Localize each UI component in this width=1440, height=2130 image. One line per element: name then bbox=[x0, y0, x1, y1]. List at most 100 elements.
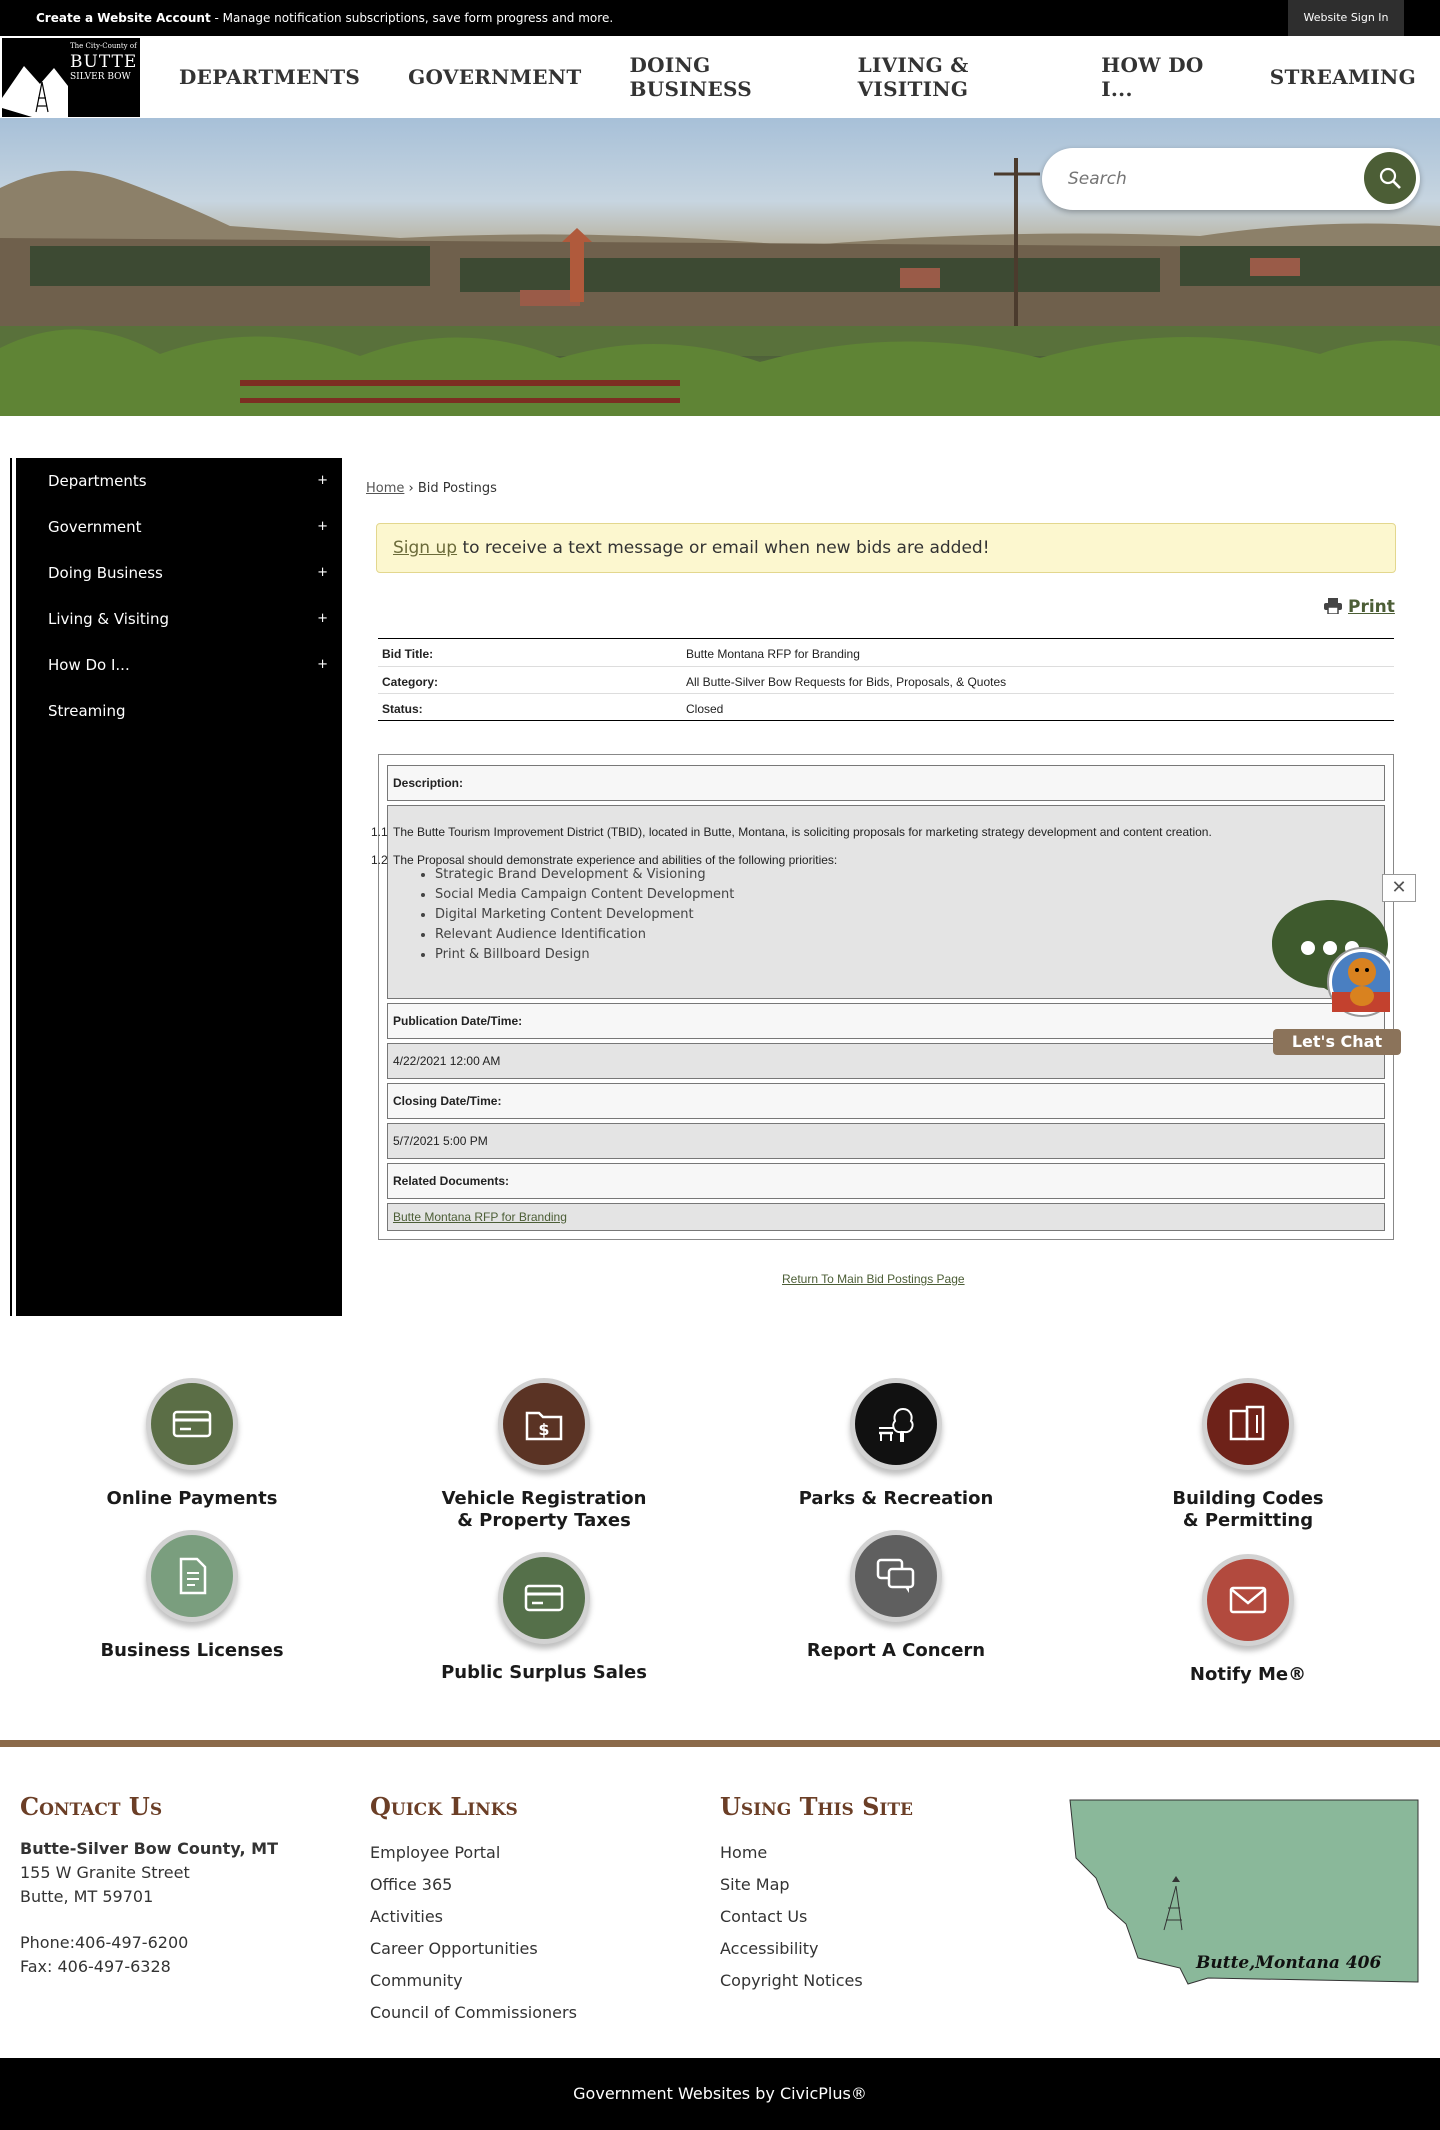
tile-building-codes[interactable]: Building Codes & Permitting bbox=[1098, 1378, 1398, 1531]
expand-plus-icon[interactable]: + bbox=[317, 458, 328, 504]
sidebar-item-label: Living & Visiting bbox=[48, 610, 169, 628]
tile-notify-me[interactable]: Notify Me® bbox=[1098, 1554, 1398, 1685]
expand-plus-icon[interactable]: + bbox=[317, 504, 328, 550]
tile-parks-recreation[interactable]: Parks & Recreation bbox=[746, 1378, 1046, 1509]
website-sign-in-button[interactable]: Website Sign In bbox=[1288, 0, 1404, 36]
tile-label: Building Codes & Permitting bbox=[1172, 1488, 1324, 1531]
breadcrumb-home-link[interactable]: Home bbox=[366, 481, 404, 496]
map-caption: Butte,Montana 406 bbox=[1195, 1953, 1382, 1973]
nav-living-visiting[interactable]: LIVING & VISITING bbox=[858, 53, 1054, 101]
closing-date-label: Closing Date/Time: bbox=[387, 1083, 1385, 1119]
tile-label: Notify Me® bbox=[1189, 1664, 1307, 1685]
footer-link-career-opportunities[interactable]: Career Opportunities bbox=[370, 1933, 577, 1965]
related-documents-label: Related Documents: bbox=[387, 1163, 1385, 1199]
table-row: Bid Title: Butte Montana RFP for Brandin… bbox=[378, 639, 1394, 666]
lets-chat-button[interactable]: Let's Chat bbox=[1273, 1029, 1401, 1055]
footer-link-office-365[interactable]: Office 365 bbox=[370, 1869, 577, 1901]
signup-link[interactable]: Sign up bbox=[393, 538, 457, 558]
footer-link-contact-us[interactable]: Contact Us bbox=[720, 1901, 913, 1933]
credit-card-icon bbox=[172, 1410, 212, 1438]
sidebar-item-label: How Do I... bbox=[48, 656, 130, 674]
account-message: Create a Website Account - Manage notifi… bbox=[36, 11, 613, 25]
nav-doing-business[interactable]: DOING BUSINESS bbox=[630, 53, 810, 101]
list-item: Relevant Audience Identification bbox=[435, 927, 734, 947]
folder-dollar-icon: $ bbox=[525, 1411, 563, 1441]
sidebar-item-label: Doing Business bbox=[48, 564, 163, 582]
chat-bubbles-icon bbox=[876, 1558, 915, 1593]
logo-line-2: BUTTE bbox=[70, 52, 138, 72]
sidebar-item-doing-business[interactable]: Doing Business + bbox=[48, 550, 328, 596]
footer-link-copyright[interactable]: Copyright Notices bbox=[720, 1965, 913, 1997]
tile-icon-circle bbox=[850, 1530, 942, 1622]
tile-icon-circle bbox=[1202, 1378, 1294, 1470]
chat-close-button[interactable]: ✕ bbox=[1382, 874, 1416, 902]
contact-city: Butte, MT 59701 bbox=[20, 1887, 154, 1906]
search-icon bbox=[1379, 167, 1401, 189]
footer-link-activities[interactable]: Activities bbox=[370, 1901, 577, 1933]
nav-how-do-i[interactable]: HOW DO I... bbox=[1101, 53, 1221, 101]
contact-phone: Phone:406-497-6200 bbox=[20, 1933, 189, 1952]
footer-link-council[interactable]: Council of Commissioners bbox=[370, 1997, 577, 2029]
search-button[interactable] bbox=[1364, 152, 1416, 204]
footer-link-site-map[interactable]: Site Map bbox=[720, 1869, 913, 1901]
print-button[interactable]: Print bbox=[1324, 597, 1395, 617]
sidebar-item-label: Government bbox=[48, 518, 142, 536]
sidebar-item-government[interactable]: Government + bbox=[48, 504, 328, 550]
return-to-bid-postings-link[interactable]: Return To Main Bid Postings Page bbox=[782, 1272, 965, 1286]
tile-online-payments[interactable]: Online Payments bbox=[42, 1378, 342, 1509]
tile-business-licenses[interactable]: Business Licenses bbox=[42, 1530, 342, 1661]
footer-link-community[interactable]: Community bbox=[370, 1965, 577, 1997]
site-logo[interactable]: The City-County of BUTTE SILVER BOW bbox=[2, 38, 140, 117]
footer-link-home[interactable]: Home bbox=[720, 1837, 913, 1869]
tile-icon-circle bbox=[146, 1530, 238, 1622]
montana-map-icon: Butte,Montana 406 bbox=[1069, 1799, 1419, 1985]
list-item: Social Media Campaign Content Developmen… bbox=[435, 887, 734, 907]
footer-link-accessibility[interactable]: Accessibility bbox=[720, 1933, 913, 1965]
paragraph-number: 1.2 bbox=[371, 853, 388, 867]
tile-public-surplus-sales[interactable]: Public Surplus Sales bbox=[394, 1552, 694, 1683]
tree-bench-icon bbox=[879, 1407, 914, 1442]
tile-label: Public Surplus Sales bbox=[441, 1662, 647, 1683]
bid-status-value: Closed bbox=[686, 702, 724, 716]
nav-streaming[interactable]: STREAMING bbox=[1270, 65, 1416, 89]
list-item: Strategic Brand Development & Visioning bbox=[435, 867, 734, 887]
civicplus-credit-link[interactable]: Government Websites by CivicPlus® bbox=[573, 2084, 867, 2103]
print-label: Print bbox=[1348, 597, 1395, 617]
tile-label: Vehicle Registration & Property Taxes bbox=[441, 1488, 647, 1531]
nav-government[interactable]: GOVERNMENT bbox=[408, 65, 581, 89]
footer-link-employee-portal[interactable]: Employee Portal bbox=[370, 1837, 577, 1869]
paragraph-number: 1.1 bbox=[371, 825, 388, 839]
publication-date-label: Publication Date/Time: bbox=[387, 1003, 1385, 1039]
tile-label: Report A Concern bbox=[806, 1640, 986, 1661]
closing-date-value: 5/7/2021 5:00 PM bbox=[387, 1123, 1385, 1159]
create-account-link[interactable]: Create a Website Account bbox=[36, 11, 211, 25]
table-row: Category: All Butte-Silver Bow Requests … bbox=[378, 666, 1394, 693]
list-item: Digital Marketing Content Development bbox=[435, 907, 734, 927]
bid-category-key: Category: bbox=[382, 675, 439, 689]
expand-plus-icon[interactable]: + bbox=[317, 550, 328, 596]
expand-plus-icon[interactable]: + bbox=[317, 596, 328, 642]
search-input[interactable] bbox=[1068, 164, 1338, 194]
sidebar-item-how-do-i[interactable]: How Do I... + bbox=[48, 642, 328, 688]
contact-fax: Fax: 406-497-6328 bbox=[20, 1957, 171, 1976]
signup-notice: Sign up to receive a text message or ema… bbox=[376, 523, 1396, 573]
bid-title-key: Bid Title: bbox=[382, 647, 434, 661]
site-header: The City-County of BUTTE SILVER BOW DEPA… bbox=[0, 36, 1440, 118]
related-documents-value: Butte Montana RFP for Branding bbox=[387, 1203, 1385, 1231]
related-document-link[interactable]: Butte Montana RFP for Branding bbox=[393, 1210, 567, 1224]
sidebar-item-streaming[interactable]: Streaming bbox=[48, 688, 328, 734]
tile-vehicle-registration[interactable]: $ Vehicle Registration & Property Taxes bbox=[394, 1378, 694, 1531]
tile-label: Business Licenses bbox=[100, 1640, 284, 1661]
contact-name: Butte-Silver Bow County, MT bbox=[20, 1839, 278, 1858]
contact-street: 155 W Granite Street bbox=[20, 1863, 190, 1882]
nav-departments[interactable]: DEPARTMENTS bbox=[179, 65, 360, 89]
sidebar-item-living-visiting[interactable]: Living & Visiting + bbox=[48, 596, 328, 642]
sidebar-item-departments[interactable]: Departments + bbox=[48, 458, 328, 504]
logo-line-1: The City-County of bbox=[70, 42, 137, 50]
expand-plus-icon[interactable]: + bbox=[317, 642, 328, 688]
tile-report-a-concern[interactable]: Report A Concern bbox=[746, 1530, 1046, 1661]
chat-widget[interactable] bbox=[1272, 900, 1397, 1017]
sidebar-item-label: Departments bbox=[48, 472, 147, 490]
tile-icon-circle bbox=[498, 1552, 590, 1644]
footer-contact-us: Contact Us Butte-Silver Bow County, MT 1… bbox=[20, 1792, 278, 1979]
